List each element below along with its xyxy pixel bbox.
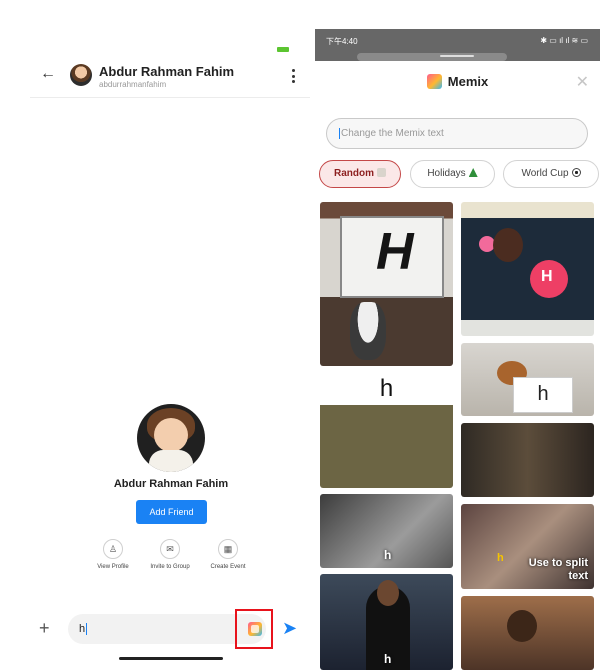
back-arrow-icon[interactable]: ← <box>40 65 56 83</box>
gif-caption: h <box>384 652 392 666</box>
contact-username: abdurrahmanfahim <box>99 80 167 89</box>
add-friend-button[interactable]: Add Friend <box>136 500 207 524</box>
memix-logo-icon <box>248 622 262 636</box>
chip-world-cup[interactable]: World Cup <box>503 160 599 188</box>
memix-sheet: Memix ✕ Change the Memix text Random Hol… <box>315 62 600 670</box>
soccer-ball-icon <box>571 168 581 177</box>
message-input-value: h <box>79 623 86 635</box>
chip-label: Holidays <box>427 168 466 179</box>
person-icon: ♙ <box>103 539 123 559</box>
gif-result[interactable]: h <box>320 373 453 488</box>
text-cursor <box>339 127 340 139</box>
close-icon[interactable]: ✕ <box>576 72 589 92</box>
chip-label: World Cup <box>521 168 569 179</box>
text-cursor <box>86 623 88 636</box>
status-time: 下午4:40 <box>326 37 358 46</box>
sheet-title-text: Memix <box>447 74 489 89</box>
memix-text-input[interactable]: Change the Memix text <box>326 118 588 149</box>
gif-caption: Use to split text <box>528 557 588 582</box>
calendar-icon: ▦ <box>218 539 238 559</box>
gif-caption: H <box>376 223 414 281</box>
profile-name: Abdur Rahman Fahim <box>113 478 229 490</box>
contact-name[interactable]: Abdur Rahman Fahim <box>99 64 234 79</box>
action-label: Create Event <box>210 564 246 570</box>
memix-text-placeholder: Change the Memix text <box>341 128 444 139</box>
chat-header: ← Abdur Rahman Fahim abdurrahmanfahim <box>30 60 310 98</box>
gif-result[interactable] <box>461 423 594 497</box>
status-bar: 下午4:40 ✱ ▭ ıl ıl ≋ ▭ <box>315 29 600 61</box>
battery-icon <box>277 47 289 52</box>
create-event-action[interactable]: ▦ Create Event <box>193 539 263 570</box>
sheet-title: Memix <box>315 74 600 89</box>
memix-button[interactable] <box>235 609 273 649</box>
gif-caption: h <box>379 375 394 402</box>
send-icon[interactable]: ➤ <box>282 618 297 639</box>
chat-screen: ← Abdur Rahman Fahim abdurrahmanfahim Ab… <box>0 0 310 670</box>
dice-icon <box>377 168 386 177</box>
gif-caption: h <box>513 377 573 413</box>
gif-result[interactable]: h <box>461 343 594 416</box>
gif-result[interactable] <box>461 596 594 670</box>
chip-random[interactable]: Random <box>319 160 401 188</box>
category-chips: Random Holidays World Cup <box>319 160 600 188</box>
gif-caption: h <box>384 548 392 562</box>
home-indicator <box>119 657 223 660</box>
chip-label: Random <box>334 168 374 179</box>
message-composer: + h ➤ <box>30 609 310 650</box>
gif-result[interactable]: h <box>320 494 453 568</box>
mail-icon: ✉ <box>160 539 180 559</box>
more-options-icon[interactable] <box>292 69 295 83</box>
tree-icon <box>468 168 478 177</box>
memix-screen: 下午4:40 ✱ ▭ ıl ıl ≋ ▭ Memix ✕ Change the … <box>315 29 600 670</box>
gif-result[interactable]: H <box>320 202 453 366</box>
background-chat-peek <box>357 53 507 61</box>
status-icons: ✱ ▭ ıl ıl ≋ ▭ <box>540 36 588 45</box>
gif-result[interactable]: h Use to split text <box>461 504 594 589</box>
avatar[interactable] <box>70 64 92 86</box>
sheet-drag-handle[interactable] <box>440 55 474 57</box>
gif-mark: h <box>497 552 504 564</box>
profile-avatar <box>137 404 205 472</box>
plus-icon[interactable]: + <box>39 618 50 639</box>
chip-holidays[interactable]: Holidays <box>410 160 495 188</box>
gif-result[interactable]: h <box>320 574 453 670</box>
gif-caption: H <box>541 268 553 285</box>
gif-result[interactable]: H <box>461 202 594 336</box>
memix-logo-icon <box>426 74 442 89</box>
